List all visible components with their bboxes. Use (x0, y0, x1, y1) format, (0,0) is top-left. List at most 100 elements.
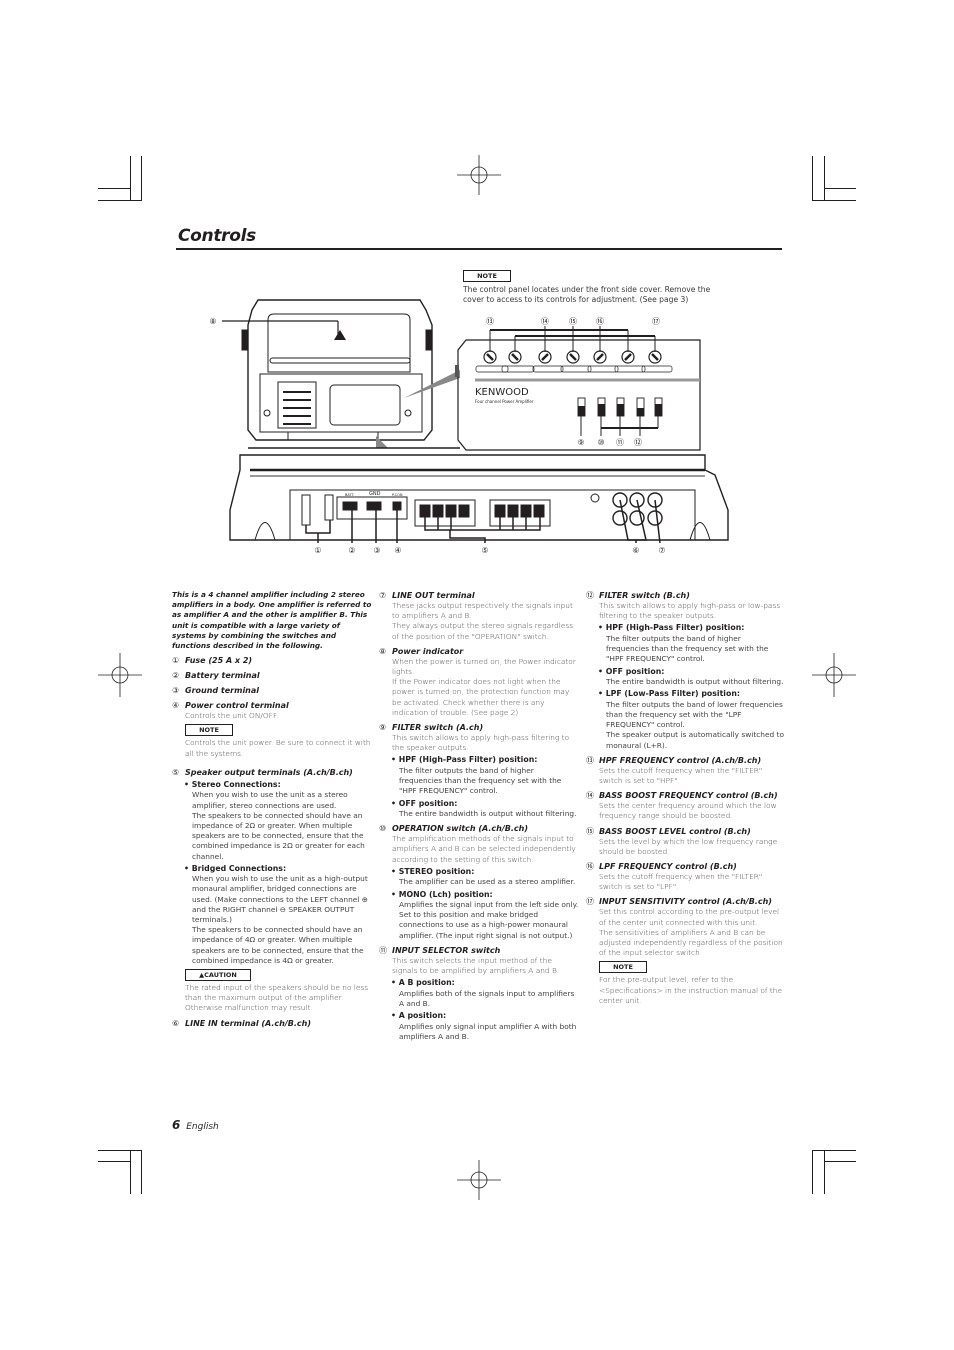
item-power-indicator: ⑧ Power indicator When the power is turne… (379, 646, 579, 718)
callout-17: ⑰ (652, 317, 660, 326)
item-title: INPUT SELECTOR switch (392, 945, 501, 955)
item-number: ⑦ (379, 591, 387, 600)
item-hpf-frequency-control: ⑬ HPF FREQUENCY control (A.ch/B.ch) Sets … (586, 755, 786, 786)
callout-4: ④ (394, 546, 401, 555)
callout-1: ① (314, 546, 321, 555)
note-label: NOTE (599, 961, 647, 974)
batt-label: BATT. (345, 493, 355, 497)
callout-3: ③ (373, 546, 380, 555)
amplifier-side-view (229, 454, 729, 544)
page-number: 6 (172, 1118, 181, 1132)
item-text: The sensitivities of amplifiers A and B … (599, 927, 783, 958)
item-lpf-frequency-control: ⑯ LPF FREQUENCY control (B.ch) Sets the c… (586, 861, 786, 892)
callout-10: ⑩ (597, 438, 604, 447)
item-text: When the power is turned on, the Power i… (392, 656, 576, 677)
item-text: Controls the unit ON/OFF. (185, 711, 279, 721)
page-language: English (186, 1122, 219, 1132)
item-speaker-output-terminals: ⑤ Speaker output terminals (A.ch/B.ch) St… (172, 767, 372, 1014)
bullet-text: The amplifier can be used as a stereo am… (399, 877, 576, 887)
item-title: Power control terminal (185, 701, 289, 711)
callout-2: ② (348, 546, 355, 555)
item-number: ⑬ (586, 755, 594, 765)
item-input-sensitivity-control: ⑰ INPUT SENSITIVITY control (A.ch/B.ch) S… (586, 896, 786, 1006)
item-text: If the Power indicator does not light wh… (392, 677, 570, 717)
item-number: ③ (172, 686, 180, 696)
item-number: ② (172, 671, 180, 681)
item-number: ⑤ (172, 767, 180, 777)
callout-8: ⑧ (209, 317, 216, 326)
caution-label: ▲CAUTION (185, 969, 251, 982)
item-number: ⑥ (172, 1018, 180, 1028)
bullet-text: The filter outputs the band of higher fr… (606, 633, 769, 664)
item-number: ⑫ (586, 591, 594, 600)
item-input-selector-switch: ⑪ INPUT SELECTOR switch This switch selec… (379, 945, 579, 1042)
item-text: This switch allows to apply high-pass fi… (392, 733, 570, 753)
text-column-3: ⑫ FILTER switch (B.ch) This switch allows… (586, 590, 786, 1006)
crop-mark (812, 1150, 856, 1151)
item-number: ⑩ (379, 824, 387, 834)
item-title: Fuse (25 A x 2) (185, 656, 253, 666)
item-title: LINE OUT terminal (392, 591, 475, 600)
item-title: FILTER switch (A.ch) (392, 723, 484, 733)
callout-11: ⑪ (616, 438, 624, 447)
page-footer: 6 English (172, 1118, 219, 1132)
text-column-2: ⑦ LINE OUT terminal These jacks output re… (379, 590, 579, 1042)
item-bass-boost-frequency-control: ⑭ BASS BOOST FREQUENCY control (B.ch) Set… (586, 790, 786, 821)
crop-mark (98, 1150, 142, 1151)
item-text: Set this control according to the pre-ou… (599, 907, 780, 927)
pcon-label: P.CON (392, 493, 403, 497)
item-title: BASS BOOST LEVEL control (B.ch) (599, 826, 751, 836)
note-label: NOTE (185, 724, 233, 737)
item-title: Power indicator (392, 646, 464, 656)
bullet-text: The entire bandwidth is output without f… (399, 809, 577, 819)
bullet-heading: HPF (High-Pass Filter) position: (598, 623, 786, 634)
item-number: ⑧ (379, 646, 387, 656)
note-text: For the pre-output level, refer to the <… (599, 975, 783, 1005)
item-text: Sets the cutoff frequency when the "FILT… (599, 871, 763, 892)
callout-12: ⑫ (634, 438, 642, 447)
bullet-text: When you wish to use the unit as a high-… (192, 874, 368, 925)
item-title: FILTER switch (B.ch) (599, 591, 690, 600)
item-number: ⑯ (586, 861, 594, 871)
callout-6: ⑥ (632, 546, 639, 555)
bullet-text: The filter outputs the band of lower fre… (606, 699, 783, 730)
item-line-in-terminal: ⑥ LINE IN terminal (A.ch/B.ch) (172, 1018, 372, 1029)
item-title: LINE IN terminal (A.ch/B.ch) (185, 1018, 311, 1028)
item-text: Sets the cutoff frequency when the "FILT… (599, 765, 763, 785)
item-number: ⑨ (379, 723, 387, 733)
amplifier-diagram: ⑧ ⑬ ⑭ ⑮ ⑯ ⑰ ⑨ ⑩ ⑪ ⑫ ① ② ③ ④ ⑤ ⑥ ⑦ KENWOO… (209, 299, 729, 555)
item-text: They always output the stereo signals re… (392, 621, 574, 641)
callout-13: ⑬ (486, 317, 494, 326)
item-title: HPF FREQUENCY control (A.ch/B.ch) (599, 755, 762, 765)
item-number: ④ (172, 701, 180, 711)
bullet-text: The entire bandwidth is output without f… (606, 677, 784, 687)
brand-logo: KENWOOD (475, 387, 529, 398)
crop-mark (824, 1161, 856, 1162)
callout-7: ⑦ (658, 546, 665, 555)
bullet-heading: A B position: (391, 978, 579, 989)
item-filter-switch-a: ⑨ FILTER switch (A.ch) This switch allows… (379, 722, 579, 819)
bullet-text: The speaker output is automatically swit… (606, 730, 784, 750)
item-title: Ground terminal (185, 686, 260, 696)
bullet-heading: STEREO position: (391, 867, 579, 878)
callout-16: ⑯ (596, 317, 604, 326)
bullet-text: Amplifies only signal input amplifier A … (399, 1021, 577, 1041)
bullet-text: The speakers to be connected should have… (192, 810, 365, 861)
item-fuse: ① Fuse (25 A x 2) (172, 655, 372, 666)
item-title: Speaker output terminals (A.ch/B.ch) (185, 767, 353, 777)
item-bass-boost-level-control: ⑮ BASS BOOST LEVEL control (B.ch) Sets th… (586, 826, 786, 857)
callout-9: ⑨ (577, 438, 584, 447)
crop-mark (98, 1161, 130, 1162)
bullet-heading: MONO (Lch) position: (391, 890, 579, 901)
caution-text: The rated input of the speakers should b… (185, 983, 369, 1013)
intro-text: This is a 4 channel amplifier including … (172, 590, 372, 651)
brand-subtitle: Four channel Power Amplifier (475, 399, 534, 404)
crop-mark (141, 1150, 142, 1194)
item-title: LPF FREQUENCY control (B.ch) (599, 861, 737, 871)
item-number: ⑰ (586, 897, 594, 907)
item-operation-switch: ⑩ OPERATION switch (A.ch/B.ch) The amplif… (379, 823, 579, 941)
item-title: INPUT SENSITIVITY control (A.ch/B.ch) (599, 897, 772, 907)
bullet-heading: Stereo Connections: (184, 780, 372, 791)
item-line-out-terminal: ⑦ LINE OUT terminal These jacks output re… (379, 590, 579, 642)
registration-mark (457, 1160, 501, 1200)
